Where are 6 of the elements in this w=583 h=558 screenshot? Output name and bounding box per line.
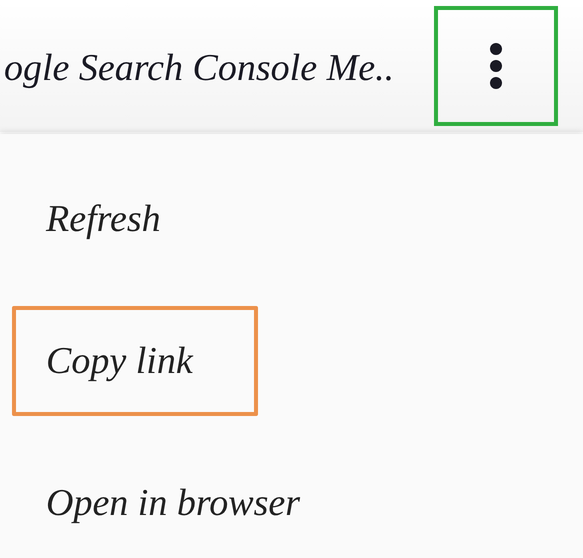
menu-item[interactable]: Refresh (12, 164, 258, 274)
more-icon (489, 42, 503, 90)
menu-item[interactable]: Open in browser (12, 448, 316, 558)
page-title: ogle Search Console Me.. (4, 46, 396, 90)
more-button[interactable] (434, 6, 558, 126)
menu-item[interactable]: Copy link (12, 306, 258, 416)
